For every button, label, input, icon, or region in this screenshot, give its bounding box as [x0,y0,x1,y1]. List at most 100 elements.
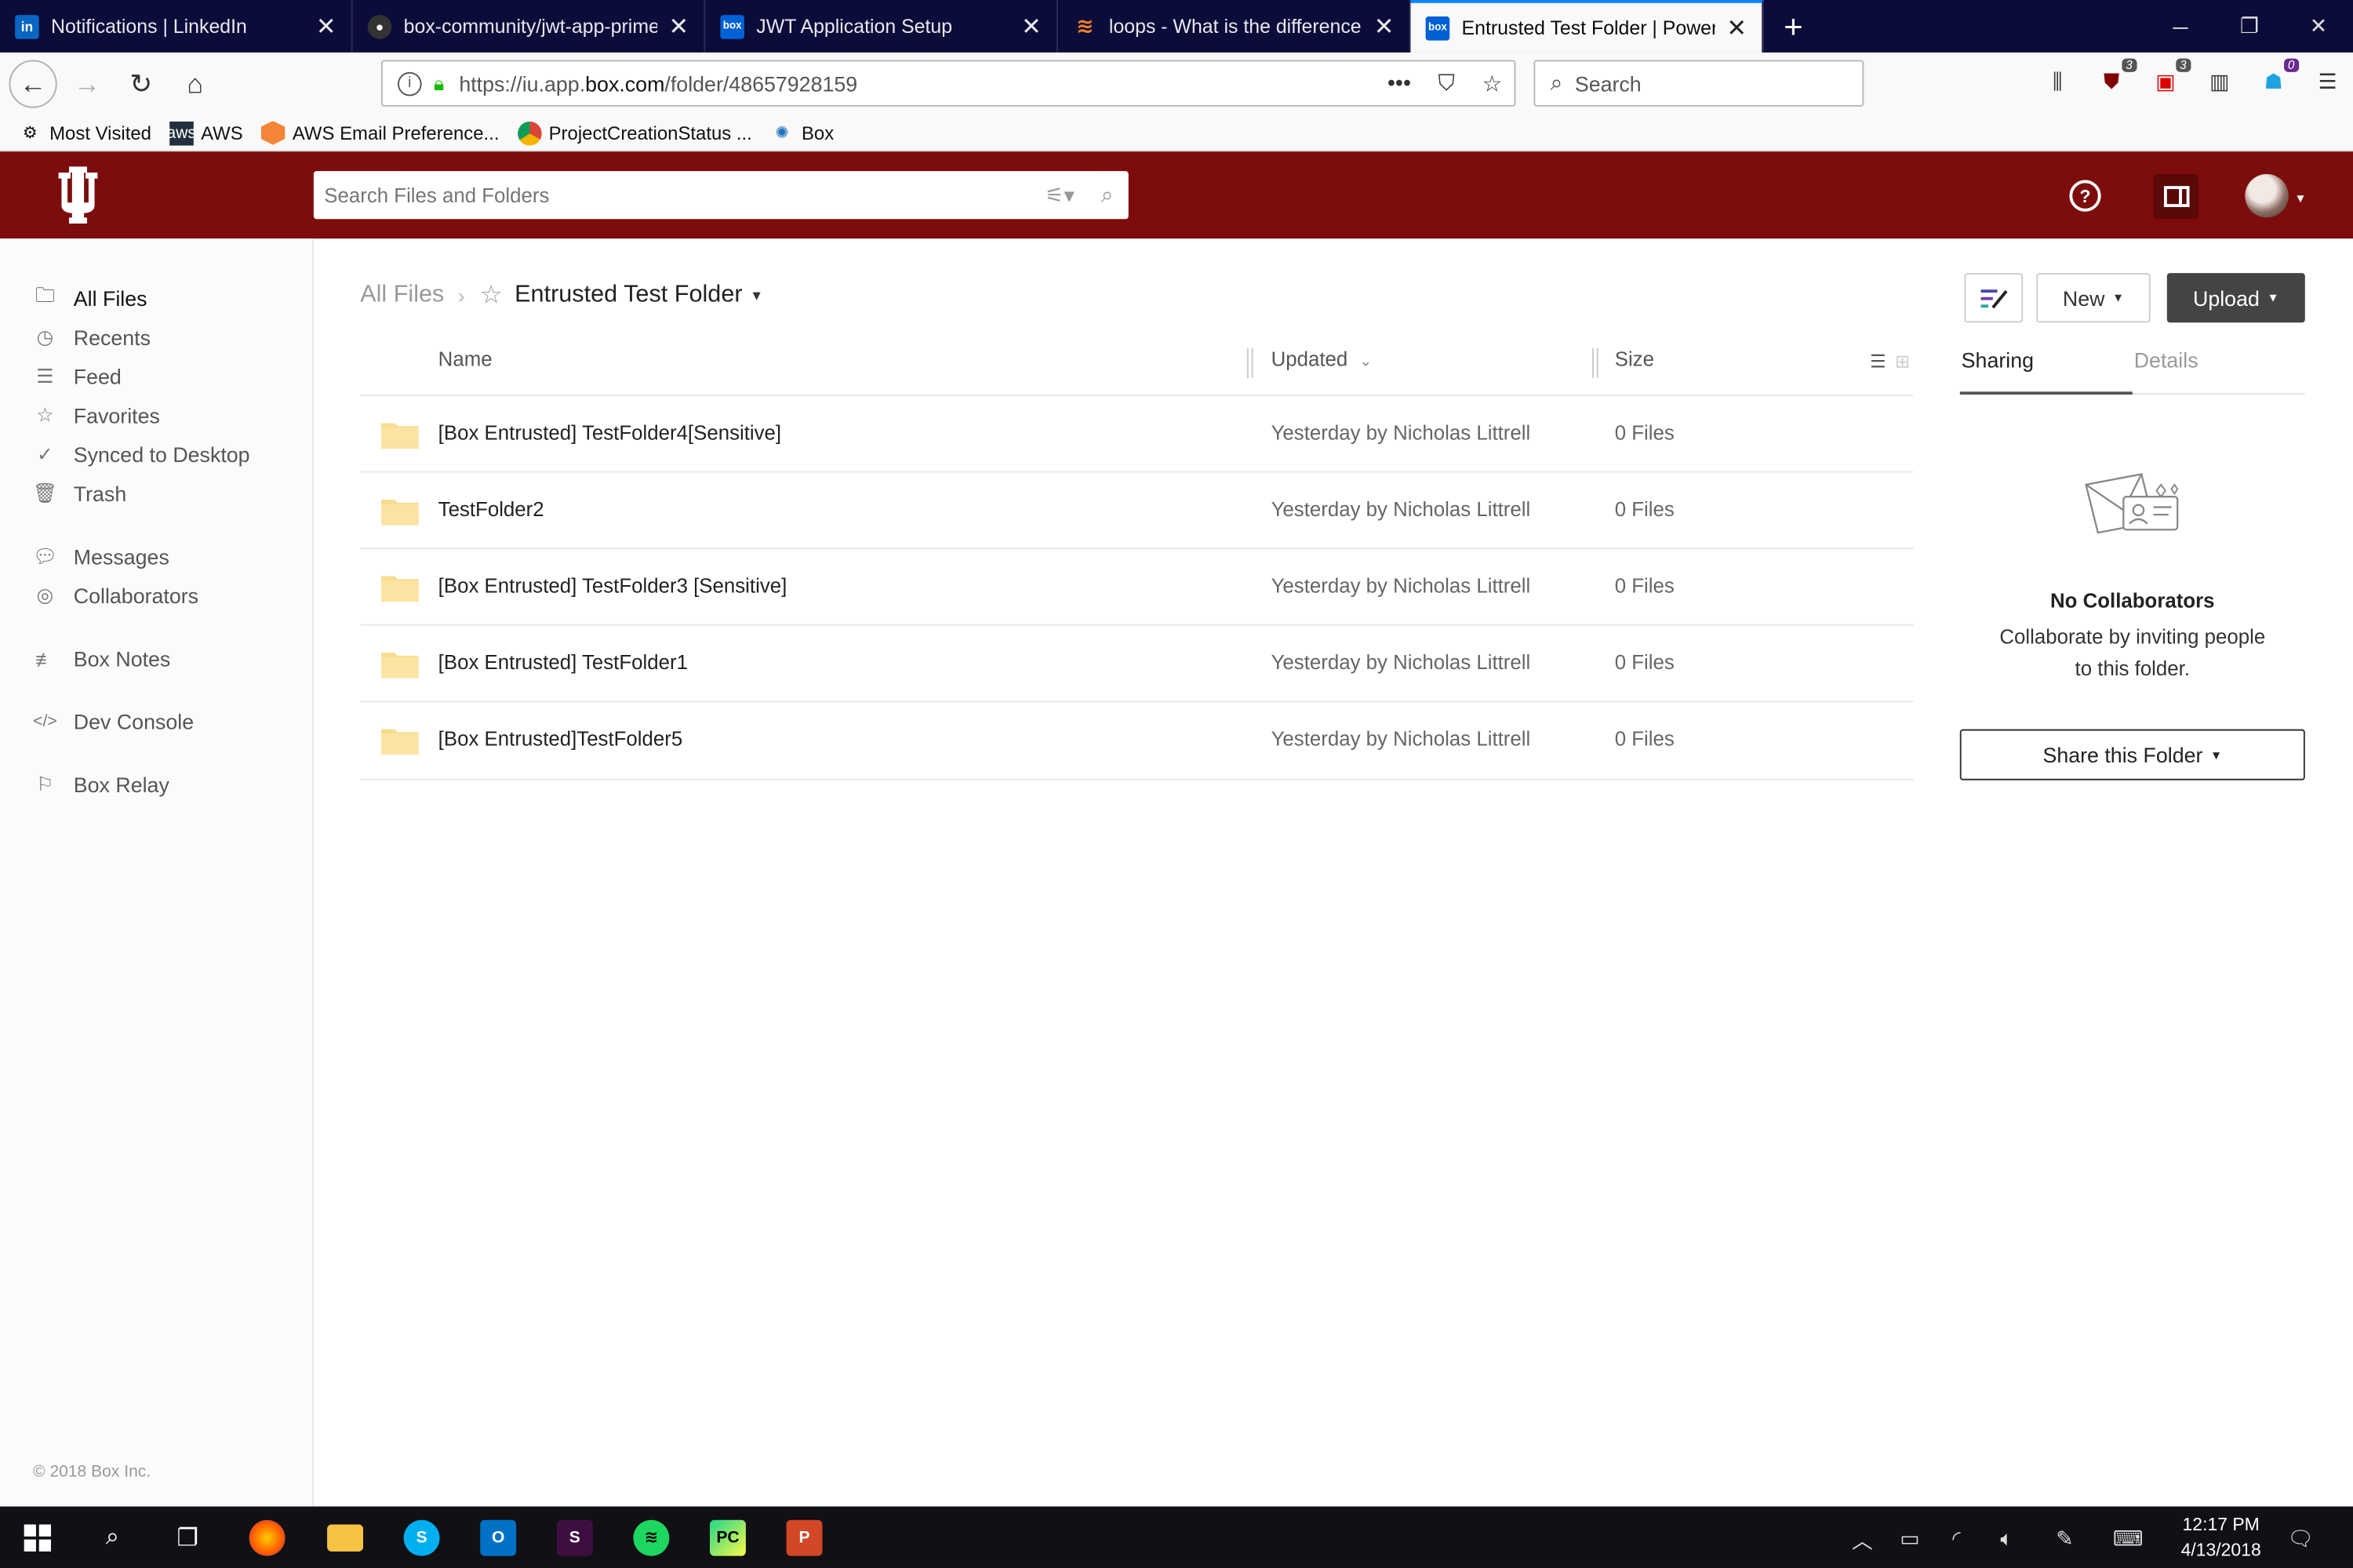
pen-icon[interactable]: ✎ [2056,1526,2073,1552]
column-resizer[interactable] [1592,347,1598,379]
search-icon[interactable]: ⌕ [1101,182,1114,208]
tab-sharing[interactable]: Sharing [1962,348,2034,373]
close-icon[interactable]: ✕ [669,11,689,41]
url-bar[interactable]: i 🔒︎ https://iu.app.box.com/folder/48657… [380,60,1516,107]
file-name[interactable]: [Box Entrusted] TestFolder4[Sensitive] [438,422,781,445]
sidebar-item-box-notes[interactable]: ≢ Box Notes [33,646,170,671]
sidebar-item-box-relay[interactable]: ⚐ Box Relay [33,773,169,797]
pycharm-icon[interactable]: PC [693,1507,762,1568]
browser-tab[interactable]: in Notifications | LinkedIn ✕ [0,0,353,53]
table-row[interactable]: TestFolder2 Yesterday by Nicholas Littre… [360,471,1914,548]
ublock-icon[interactable]: ⛊ 3 [2095,58,2137,97]
clock[interactable]: 12:17 PM 4/13/2018 [2161,1512,2281,1563]
pocket-icon[interactable]: ⛉ [1438,70,1455,96]
chevron-down-icon[interactable]: ▼ [750,288,763,303]
file-name[interactable]: TestFolder2 [438,498,544,521]
browser-tab[interactable]: ● box-community/jwt-app-prime ✕ [353,0,706,53]
extension-icon[interactable]: ▣ 3 [2149,58,2191,97]
battery-icon[interactable]: ▭ [1900,1526,1919,1552]
ghostery-icon[interactable]: ☗ 0 [2257,58,2300,97]
breadcrumb-root[interactable]: All Files [360,282,444,309]
iu-logo-icon[interactable] [54,164,102,224]
sidebar-icon[interactable]: ▥ [2203,64,2236,97]
browser-tab[interactable]: box JWT Application Setup ✕ [705,0,1058,53]
browser-tab-active[interactable]: box Entrusted Test Folder | Powered ✕ [1410,0,1764,53]
windows-start-icon[interactable] [3,1507,72,1568]
share-folder-button[interactable]: Share this Folder ▼ [1959,729,2305,780]
star-icon[interactable]: ☆ [480,281,503,311]
restore-icon[interactable]: ❐ [2215,0,2284,53]
page-title[interactable]: Entrusted Test Folder [515,282,742,309]
menu-icon[interactable]: ☰ [2311,64,2344,97]
library-icon[interactable]: ⫼ [2041,64,2074,97]
upload-button[interactable]: Upload ▼ [2166,273,2305,323]
file-name[interactable]: [Box Entrusted]TestFolder5 [438,728,683,751]
info-icon[interactable]: i [398,71,422,96]
tab-details[interactable]: Details [2134,348,2198,373]
sidebar-item-dev-console[interactable]: </> Dev Console [33,710,194,734]
bookmark-box[interactable]: ✺ Box [770,121,834,145]
volume-icon[interactable]: 🔈︎ [2000,1526,2013,1552]
bookmark-aws-email[interactable]: AWS Email Preference... [260,120,499,145]
filter-icon[interactable]: ⚟▾ [1045,182,1074,208]
sidebar-item-all-files[interactable]: 🗀︎ All Files [33,284,147,311]
search-input[interactable] [324,184,1015,207]
search-icon[interactable]: ⌕ [78,1507,147,1568]
task-view-icon[interactable]: ❐ [153,1507,222,1568]
close-window-icon[interactable]: ✕ [2284,0,2353,53]
powerpoint-icon[interactable]: P [770,1507,839,1568]
close-icon[interactable]: ✕ [1374,11,1395,41]
box-search[interactable]: ⚟▾ ⌕ [313,171,1129,220]
help-icon[interactable]: ? [2069,180,2101,212]
chevron-down-icon[interactable]: ▼ [2294,192,2306,206]
column-header-size[interactable]: Size [1615,348,1654,371]
browser-tab[interactable]: ≋ loops - What is the difference b ✕ [1058,0,1411,53]
avatar[interactable] [2245,173,2289,218]
sidebar-toggle-icon[interactable] [2153,173,2198,220]
sidebar-item-favorites[interactable]: ☆ Favorites [33,404,160,428]
new-note-button[interactable] [1964,273,2024,323]
close-icon[interactable]: ✕ [1726,13,1747,42]
bookmark-most-visited[interactable]: ⚙ Most Visited [18,121,151,145]
close-icon[interactable]: ✕ [1021,11,1042,41]
reload-button[interactable]: ↻ [117,60,165,108]
table-row[interactable]: [Box Entrusted] TestFolder1 Yesterday by… [360,624,1914,701]
bookmark-aws[interactable]: aws AWS [167,120,243,145]
grid-view-icon[interactable]: ⊞ [1895,351,1910,373]
browser-search-bar[interactable]: ⌕ Search [1533,60,1864,107]
bookmark-project-status[interactable]: ProjectCreationStatus ... [517,120,752,145]
sidebar-item-trash[interactable]: 🗑︎ Trash [33,482,127,506]
outlook-icon[interactable]: O [464,1507,533,1568]
column-header-name[interactable]: Name [438,348,493,371]
slack-icon[interactable]: S [540,1507,609,1568]
sidebar-item-synced[interactable]: ✓ Synced to Desktop [33,442,250,467]
skype-icon[interactable]: S [387,1507,456,1568]
table-row[interactable]: [Box Entrusted] TestFolder3 [Sensitive] … [360,548,1914,624]
chevron-up-icon[interactable]: ︿ [1852,1526,1873,1555]
new-button[interactable]: New ▼ [2036,273,2151,323]
back-button[interactable]: ← [9,60,57,108]
file-name[interactable]: [Box Entrusted] TestFolder1 [438,651,688,674]
column-resizer[interactable] [1246,347,1253,379]
wifi-icon[interactable]: ◜ [1952,1526,1960,1552]
keyboard-icon[interactable]: ⌨ [2113,1526,2144,1552]
notification-icon[interactable]: 🗨︎ [2287,1526,2314,1552]
sidebar-item-collaborators[interactable]: ◎ Collaborators [33,584,199,608]
table-row[interactable]: [Box Entrusted]TestFolder5 Yesterday by … [360,700,1914,777]
sidebar-item-feed[interactable]: ☰ Feed [33,365,122,389]
forward-button[interactable]: → [63,60,111,108]
new-tab-button[interactable]: + [1763,0,1824,53]
table-row[interactable]: [Box Entrusted] TestFolder4[Sensitive] Y… [360,395,1914,471]
file-name[interactable]: [Box Entrusted] TestFolder3 [Sensitive] [438,575,787,598]
more-icon[interactable]: ••• [1387,70,1411,96]
column-header-updated[interactable]: Updated ⌄ [1271,348,1373,371]
list-view-icon[interactable]: ☰ [1870,351,1886,373]
sidebar-item-recents[interactable]: ◷ Recents [33,326,151,350]
close-icon[interactable]: ✕ [316,11,336,41]
bookmark-star-icon[interactable]: ☆ [1482,70,1502,97]
minimize-icon[interactable]: ─ [2146,0,2215,53]
home-button[interactable]: ⌂ [171,60,219,108]
firefox-icon[interactable] [233,1507,302,1568]
file-explorer-icon[interactable] [311,1507,380,1568]
spotify-icon[interactable]: ≋ [616,1507,686,1568]
